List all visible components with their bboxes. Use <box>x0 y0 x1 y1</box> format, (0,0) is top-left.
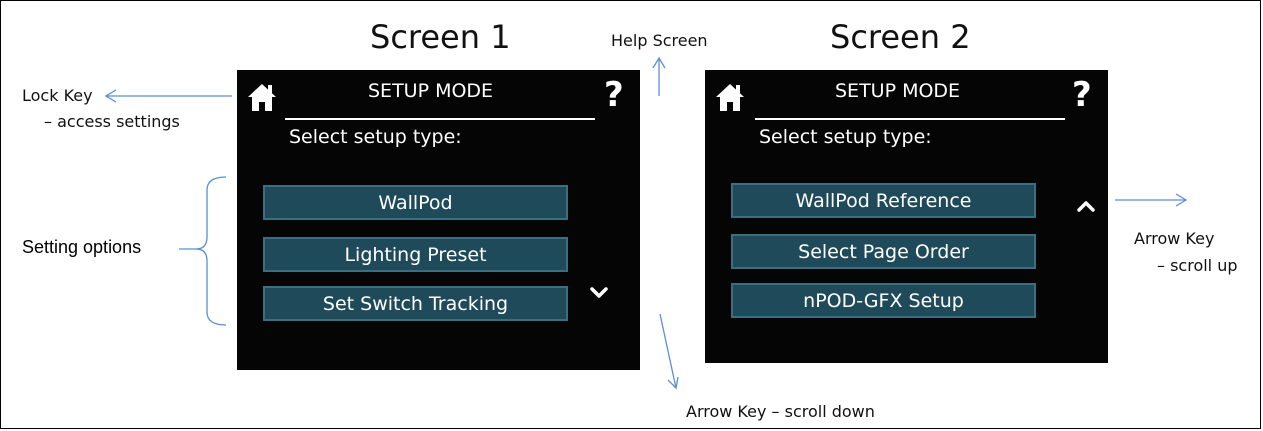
lock-key-label: Lock Key <box>22 86 93 105</box>
screen1-device: SETUP MODE ? Select setup type: WallPod … <box>237 70 640 370</box>
home-icon[interactable] <box>713 80 747 119</box>
home-icon[interactable] <box>245 80 279 119</box>
option-select-page-order[interactable]: Select Page Order <box>731 234 1036 269</box>
screen2-device: SETUP MODE ? Select setup type: WallPod … <box>705 70 1108 363</box>
option-wallpod-reference[interactable]: WallPod Reference <box>731 183 1036 218</box>
title-divider <box>285 118 595 120</box>
help-icon[interactable]: ? <box>604 78 624 112</box>
help-screen-label: Help Screen <box>611 31 708 50</box>
arrow-key-up-description: – scroll up <box>1157 256 1238 275</box>
screen2-prompt: Select setup type: <box>759 126 932 148</box>
help-icon[interactable]: ? <box>1072 78 1092 112</box>
chevron-down-icon[interactable] <box>588 285 610 306</box>
screen1-title: SETUP MODE <box>368 80 494 102</box>
arrow-key-down-label: Arrow Key – scroll down <box>686 402 875 421</box>
title-divider <box>755 118 1065 120</box>
screen2-heading: Screen 2 <box>830 18 971 56</box>
screen1-heading: Screen 1 <box>370 18 511 56</box>
screen2-title: SETUP MODE <box>835 80 961 102</box>
lock-key-description: – access settings <box>44 112 180 131</box>
option-lighting-preset[interactable]: Lighting Preset <box>263 237 568 272</box>
chevron-up-icon[interactable] <box>1075 198 1097 219</box>
option-set-switch-tracking[interactable]: Set Switch Tracking <box>263 286 568 321</box>
setting-options-label: Setting options <box>22 237 142 257</box>
option-wallpod[interactable]: WallPod <box>263 185 568 220</box>
screen1-prompt: Select setup type: <box>289 126 462 148</box>
arrow-key-up-label: Arrow Key <box>1134 229 1215 248</box>
option-npod-gfx-setup[interactable]: nPOD-GFX Setup <box>731 283 1036 318</box>
